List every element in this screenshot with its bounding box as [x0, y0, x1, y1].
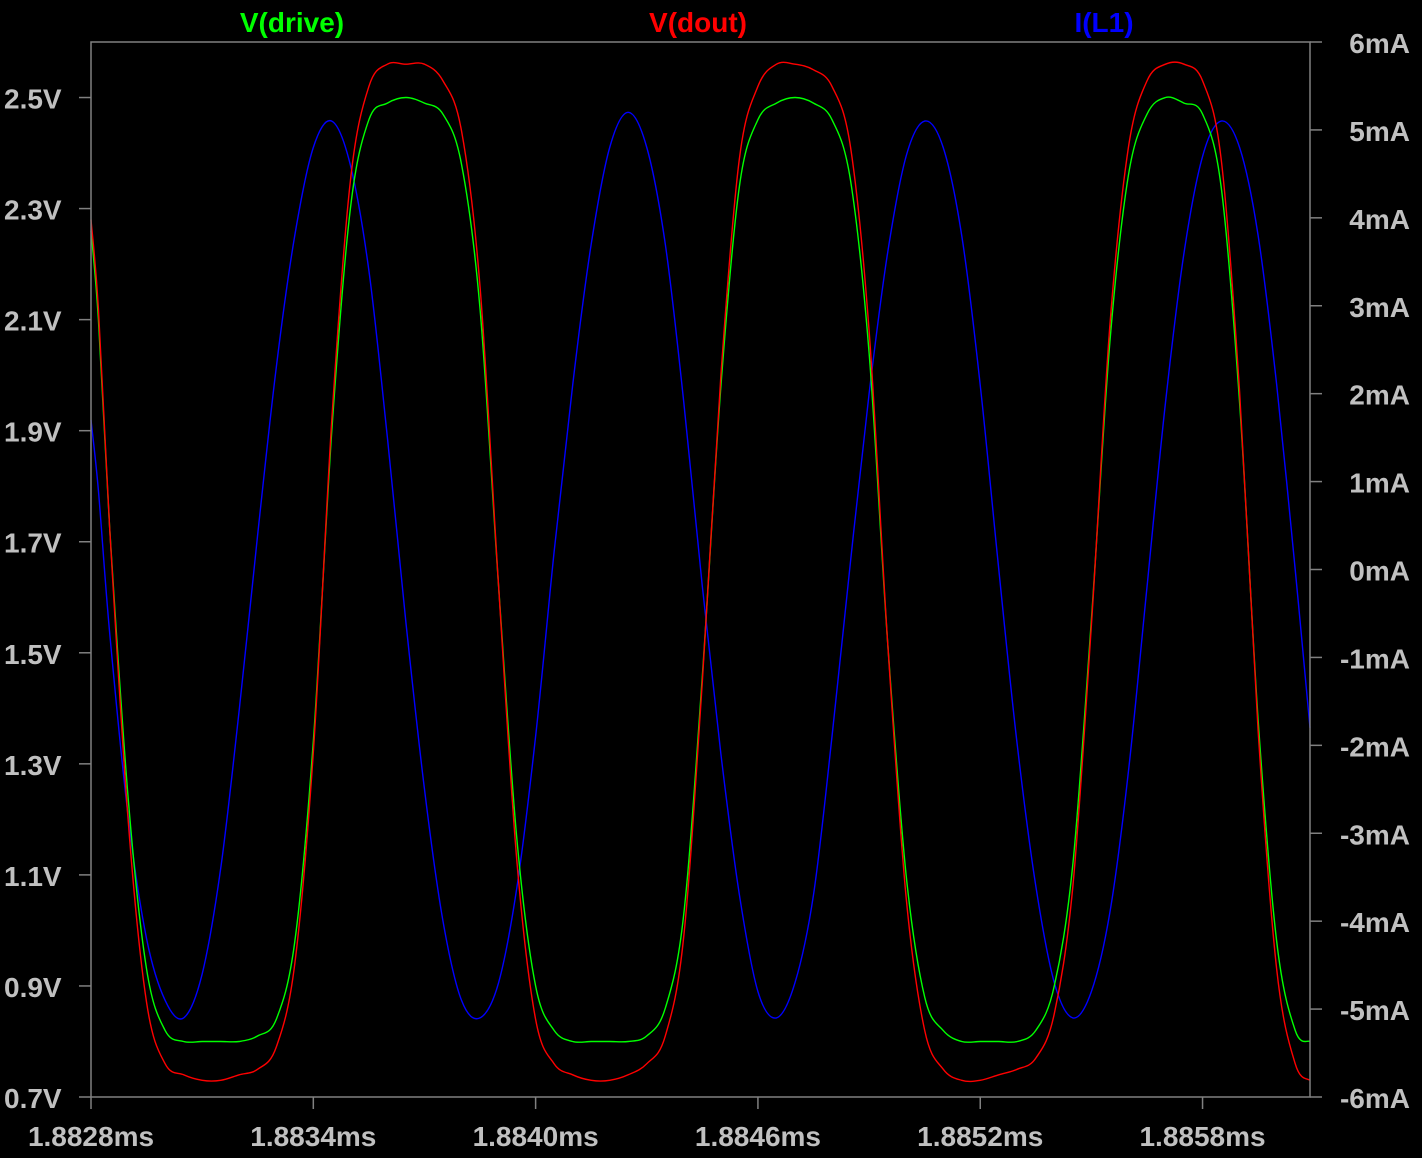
right-y-tick-label: -5mA [1340, 995, 1410, 1026]
right-y-tick-label: 6mA [1349, 28, 1410, 59]
right-y-tick-label: -6mA [1340, 1083, 1410, 1114]
legend-label-v-drive[interactable]: V(drive) [240, 7, 344, 38]
x-tick-label: 1.8840ms [473, 1121, 599, 1152]
right-y-tick-label: 4mA [1349, 204, 1410, 235]
left-y-tick-label: 1.5V [4, 639, 62, 670]
legend-label-i-l1[interactable]: I(L1) [1074, 7, 1133, 38]
right-y-tick-label: -3mA [1340, 819, 1410, 850]
x-tick-label: 1.8858ms [1139, 1121, 1265, 1152]
left-y-tick-label: 2.1V [4, 306, 62, 337]
x-tick-label: 1.8828ms [28, 1121, 154, 1152]
left-y-tick-label: 1.3V [4, 750, 62, 781]
right-y-tick-label: -1mA [1340, 643, 1410, 674]
left-y-tick-label: 0.9V [4, 972, 62, 1003]
x-tick-label: 1.8834ms [250, 1121, 376, 1152]
right-y-tick-label: 1mA [1349, 468, 1410, 499]
waveform-plot: 1.8828ms 1.8834ms 1.8840ms 1.8846ms 1.8852ms… [0, 0, 1422, 1158]
left-y-tick-label: 0.7V [4, 1083, 62, 1114]
right-y-tick-label: -4mA [1340, 907, 1410, 938]
left-y-tick-label: 1.1V [4, 861, 62, 892]
left-y-tick-label: 2.3V [4, 195, 62, 226]
right-y-tick-label: 2mA [1349, 380, 1410, 411]
right-y-tick-label: 3mA [1349, 292, 1410, 323]
left-y-tick-label: 1.7V [4, 528, 62, 559]
left-y-tick-label: 1.9V [4, 417, 62, 448]
x-tick-label: 1.8852ms [917, 1121, 1043, 1152]
x-tick-label: 1.8846ms [695, 1121, 821, 1152]
plot-background [0, 0, 1422, 1158]
legend-label-v-dout[interactable]: V(dout) [649, 7, 747, 38]
right-y-tick-label: -2mA [1340, 731, 1410, 762]
right-y-tick-label: 0mA [1349, 556, 1410, 587]
right-y-tick-label: 5mA [1349, 116, 1410, 147]
left-y-tick-label: 2.5V [4, 84, 62, 115]
